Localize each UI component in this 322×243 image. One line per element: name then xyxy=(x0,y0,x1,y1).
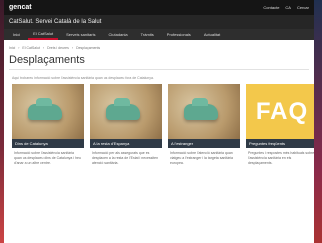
card-description: Preguntes i respostes més habituals sobr… xyxy=(248,151,314,165)
background-right-edge xyxy=(314,0,322,243)
nav-item-ciutadania[interactable]: Ciutadania xyxy=(103,30,132,39)
nav-item-professionals[interactable]: Professionals xyxy=(162,30,196,39)
breadcrumb-item[interactable]: Inici xyxy=(9,46,15,50)
card-caption[interactable]: Preguntes freqüents xyxy=(246,139,314,148)
page-title: Desplaçaments xyxy=(9,54,85,66)
nav-item-inici[interactable]: Inici xyxy=(8,30,25,39)
card-caption[interactable]: A la resta d'Espanya xyxy=(90,139,162,148)
intro-text: Aquí trobareu informació sobre l'assistè… xyxy=(12,76,154,80)
car-on-map-image[interactable] xyxy=(12,84,84,139)
car-icon xyxy=(28,98,62,120)
browser-page: gencat Contacte CA Cercar CatSalut. Serv… xyxy=(4,0,314,243)
card-faq[interactable]: FAQ Preguntes freqüents Preguntes i resp… xyxy=(246,84,314,189)
card-grid: Dins de Catalunya Informació sobre l'ass… xyxy=(4,84,314,189)
faq-image[interactable]: FAQ xyxy=(246,84,314,139)
nav-item-el-catsalut[interactable]: El CatSalut xyxy=(28,29,59,40)
car-icon xyxy=(106,98,140,120)
nav-item-serveis-sanitaris[interactable]: Serveis sanitaris xyxy=(61,30,100,39)
nav-item-actualitat[interactable]: Actualitat xyxy=(199,30,225,39)
card-estranger[interactable]: A l'estranger Informació sobre l'atenció… xyxy=(168,84,240,189)
nav-item-tramits[interactable]: Tràmits xyxy=(136,30,159,39)
card-caption[interactable]: Dins de Catalunya xyxy=(12,139,84,148)
card-description: Informació per als assegurats que es des… xyxy=(92,151,159,165)
faq-label: FAQ xyxy=(255,97,309,125)
card-caption[interactable]: A l'estranger xyxy=(168,139,240,148)
breadcrumb-current: Desplaçaments xyxy=(76,46,101,50)
breadcrumb-item[interactable]: El CatSalut xyxy=(22,46,40,50)
main-nav: Inici El CatSalut Serveis sanitaris Ciut… xyxy=(4,29,314,40)
site-logo[interactable]: gencat xyxy=(9,4,32,11)
language-selector[interactable]: CA xyxy=(285,5,291,10)
top-bar: gencat Contacte CA Cercar xyxy=(4,0,314,15)
breadcrumb: Inici › El CatSalut › Drets i deures › Desp… xyxy=(9,46,101,50)
card-description: Informació sobre l'assistència sanitària… xyxy=(14,151,81,165)
card-espanya[interactable]: A la resta d'Espanya Informació per als … xyxy=(90,84,162,189)
search-link[interactable]: Cercar xyxy=(297,5,309,10)
card-description: Informació sobre l'atenció sanitària qua… xyxy=(170,151,233,165)
contact-link[interactable]: Contacte xyxy=(263,5,279,10)
sub-header: CatSalut. Servei Català de la Salut xyxy=(4,15,314,29)
car-on-map-image[interactable] xyxy=(90,84,162,139)
card-catalunya[interactable]: Dins de Catalunya Informació sobre l'ass… xyxy=(12,84,84,189)
car-icon xyxy=(184,98,218,120)
breadcrumb-item[interactable]: Drets i deures xyxy=(47,46,69,50)
site-subtitle[interactable]: CatSalut. Servei Català de la Salut xyxy=(9,19,101,25)
car-on-map-image[interactable] xyxy=(168,84,240,139)
top-right-links: Contacte CA Cercar xyxy=(263,5,309,10)
